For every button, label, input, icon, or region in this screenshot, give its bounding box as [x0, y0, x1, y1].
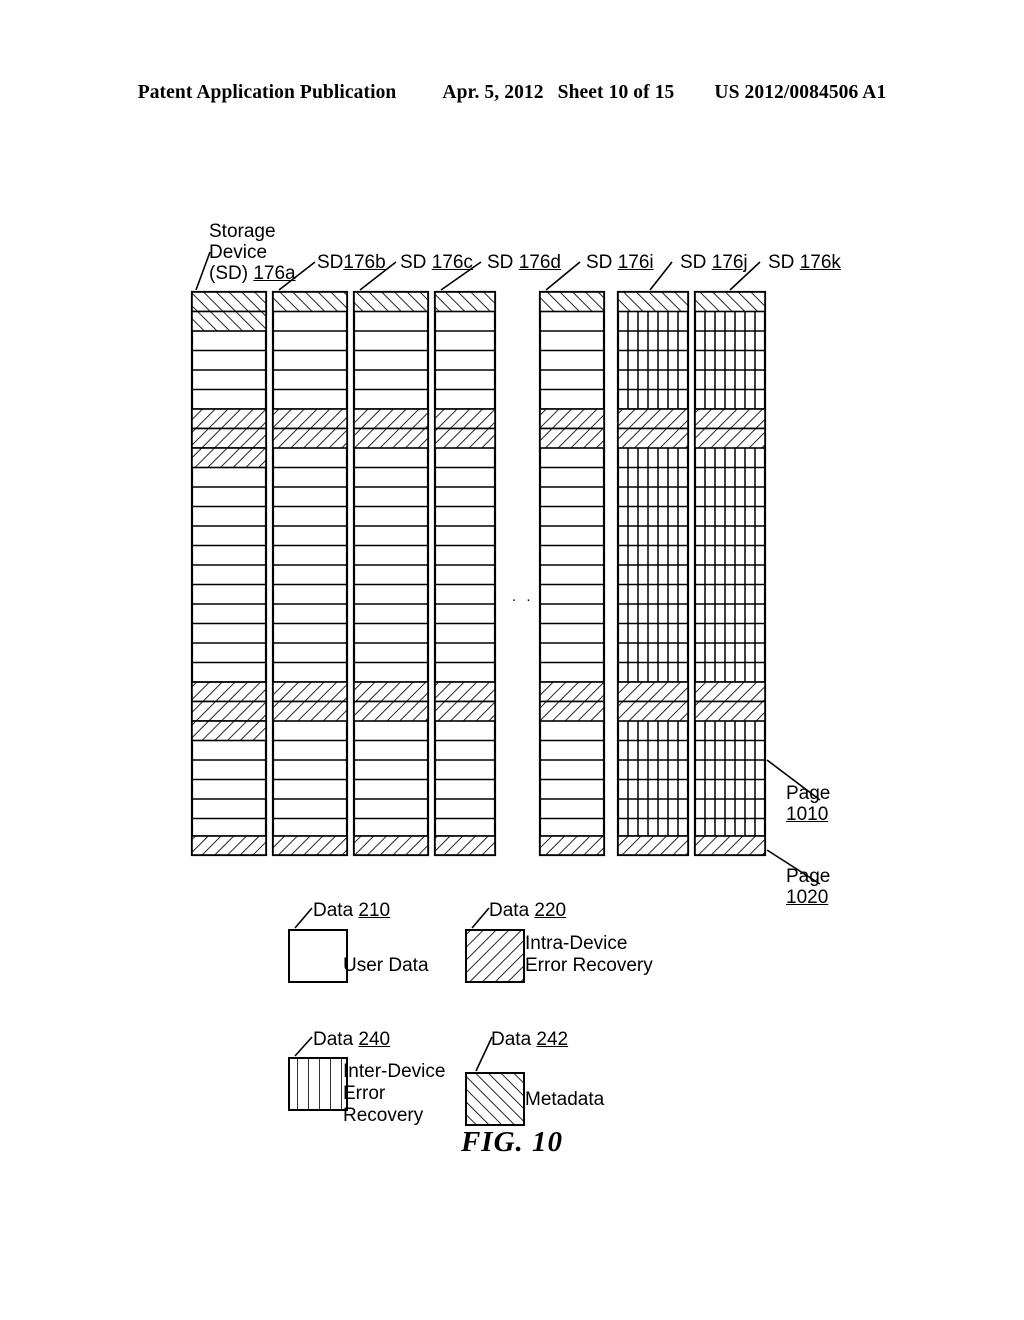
storage-device-column-176a [190, 251, 268, 857]
column-ref-176j: 176j [711, 252, 748, 273]
column-label-176a-prefix: (SD) [209, 263, 254, 284]
legend-text-220: Intra-Device Error Recovery [525, 933, 653, 976]
column-label-176a-line3: (SD) 176a [209, 263, 296, 284]
column-label-176b-prefix: SD [317, 252, 344, 273]
legend-swatch-240 [288, 1057, 348, 1111]
legend-text-210: User Data [343, 955, 429, 976]
column-label-176i-prefix: SD [586, 252, 618, 273]
page-callout-1020: Page 1020 [786, 866, 830, 908]
legend-caption-242-ref: 242 [536, 1029, 569, 1050]
legend-text-242: Metadata [525, 1089, 605, 1110]
legend-swatch-210 [288, 929, 348, 983]
storage-device-column-176k [693, 261, 767, 857]
legend-caption-240-name: Data [313, 1029, 359, 1050]
column-label-176k-prefix: SD [768, 252, 800, 273]
column-label-176j-prefix: SD [680, 252, 712, 273]
column-label-176a-line1: Storage [209, 221, 276, 242]
column-label-176d-prefix: SD [487, 252, 519, 273]
legend-caption-220-ref: 220 [534, 900, 567, 921]
column-label-176k: SD 176k [768, 252, 841, 273]
storage-device-column-176c [352, 261, 430, 857]
legend-caption-242-name: Data [491, 1029, 537, 1050]
storage-device-column-176b [271, 261, 349, 857]
column-label-176b: SD176b [317, 252, 386, 273]
legend-caption-210-name: Data [313, 900, 359, 921]
column-ref-176c: 176c [431, 252, 473, 273]
storage-device-column-176d [433, 261, 497, 857]
page-callout-1010-ref: 1010 [786, 804, 829, 825]
column-ref-176b: 176b [343, 252, 386, 273]
page-callout-1020-ref: 1020 [786, 887, 829, 908]
figure-drawing [190, 251, 821, 1126]
column-ref-176k: 176k [799, 252, 841, 273]
legend-caption-240: Data 240 [313, 1029, 390, 1051]
column-label-176a: Storage Device (SD) 176a [209, 221, 296, 284]
column-label-176j: SD 176j [680, 252, 748, 273]
page-callout-1010-name: Page [786, 783, 831, 804]
legend-caption-220: Data 220 [489, 900, 566, 922]
legend-swatch-242 [465, 1072, 525, 1126]
column-ref-176d: 176d [518, 252, 561, 273]
column-label-176d: SD 176d [487, 252, 561, 273]
figure-caption: FIG. 10 [460, 1126, 564, 1158]
legend-swatch-220 [465, 929, 525, 983]
legend-caption-220-name: Data [489, 900, 535, 921]
column-label-176c-prefix: SD [400, 252, 432, 273]
column-label-176i: SD 176i [586, 252, 654, 273]
storage-device-column-176i [538, 261, 606, 857]
legend-caption-242: Data 242 [491, 1029, 568, 1051]
column-label-176a-line2: Device [209, 242, 268, 263]
column-label-176c: SD 176c [400, 252, 473, 273]
column-ref-176i: 176i [617, 252, 654, 273]
legend-caption-240-ref: 240 [358, 1029, 391, 1050]
page-callout-1020-name: Page [786, 866, 831, 887]
storage-device-columns [190, 251, 821, 885]
page-callout-1010: Page 1010 [786, 783, 830, 825]
legend-caption-210-ref: 210 [358, 900, 391, 921]
column-ref-176a: 176a [253, 263, 296, 284]
legend-text-240: Inter-Device Error Recovery [343, 1061, 446, 1126]
legend-caption-210: Data 210 [313, 900, 390, 922]
storage-device-column-176j [616, 261, 690, 857]
columns-ellipsis: . . [512, 588, 534, 605]
patent-figure: Storage Device (SD) 176a SD176b SD 176c … [0, 0, 1024, 1320]
